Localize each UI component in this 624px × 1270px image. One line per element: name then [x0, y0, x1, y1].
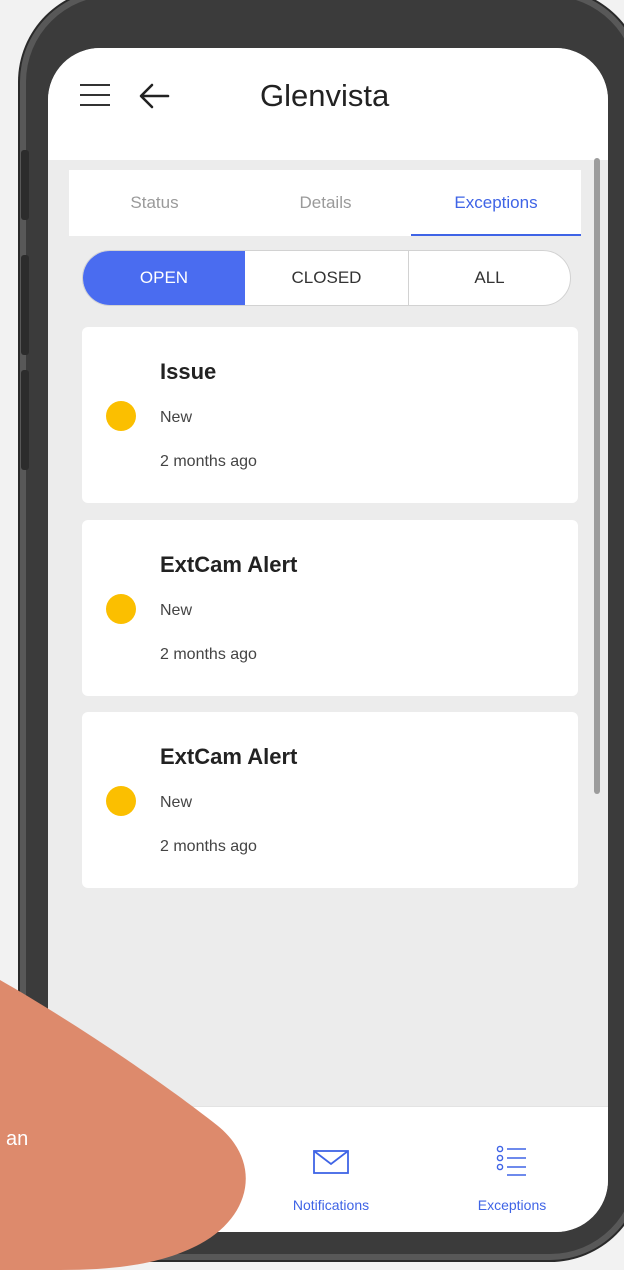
nav-exceptions-label: Exceptions: [477, 1197, 547, 1213]
back-arrow-icon[interactable]: [138, 82, 170, 110]
exception-time: 2 months ago: [160, 646, 257, 663]
filter-closed-button[interactable]: CLOSED: [245, 251, 408, 305]
status-filter: OPEN CLOSED ALL: [82, 250, 571, 306]
status-dot-icon: [106, 401, 136, 431]
nav-notifications[interactable]: Notifications: [251, 1107, 411, 1232]
exception-status: New: [160, 794, 193, 811]
tab-bar: Status Details Exceptions: [69, 170, 581, 236]
list-icon: [496, 1145, 526, 1176]
nav-notifications-label: Notifications: [292, 1197, 370, 1213]
exception-time: 2 months ago: [160, 453, 257, 470]
tab-status[interactable]: Status: [69, 170, 240, 236]
tab-exceptions[interactable]: Exceptions: [411, 170, 581, 236]
exception-status: New: [160, 409, 193, 426]
exception-time: 2 months ago: [160, 838, 257, 855]
scrollbar[interactable]: [594, 158, 600, 794]
filter-open-button[interactable]: OPEN: [83, 251, 245, 305]
exception-card[interactable]: ExtCam Alert New 2 months ago: [82, 520, 578, 696]
phone-side-button: [21, 370, 29, 470]
overlay-callout-shape: [0, 980, 246, 1270]
tab-details[interactable]: Details: [240, 170, 411, 236]
filter-all-button[interactable]: ALL: [409, 251, 570, 305]
page-title: Glenvista: [260, 78, 390, 113]
status-dot-icon: [106, 594, 136, 624]
exception-card[interactable]: ExtCam Alert New 2 months ago: [82, 712, 578, 888]
status-dot-icon: [106, 786, 136, 816]
phone-side-button: [21, 255, 29, 355]
hamburger-menu-icon[interactable]: [80, 84, 110, 108]
exception-title: ExtCam Alert: [160, 744, 298, 769]
exception-title: ExtCam Alert: [160, 552, 298, 577]
exception-title: Issue: [160, 359, 217, 384]
mail-icon: [313, 1150, 349, 1174]
exception-card[interactable]: Issue New 2 months ago: [82, 327, 578, 503]
overlay-callout-text: an: [6, 1128, 29, 1150]
app-header: Glenvista: [48, 48, 608, 160]
phone-side-button: [21, 150, 29, 220]
nav-exceptions[interactable]: Exceptions: [432, 1107, 592, 1232]
exception-status: New: [160, 602, 193, 619]
